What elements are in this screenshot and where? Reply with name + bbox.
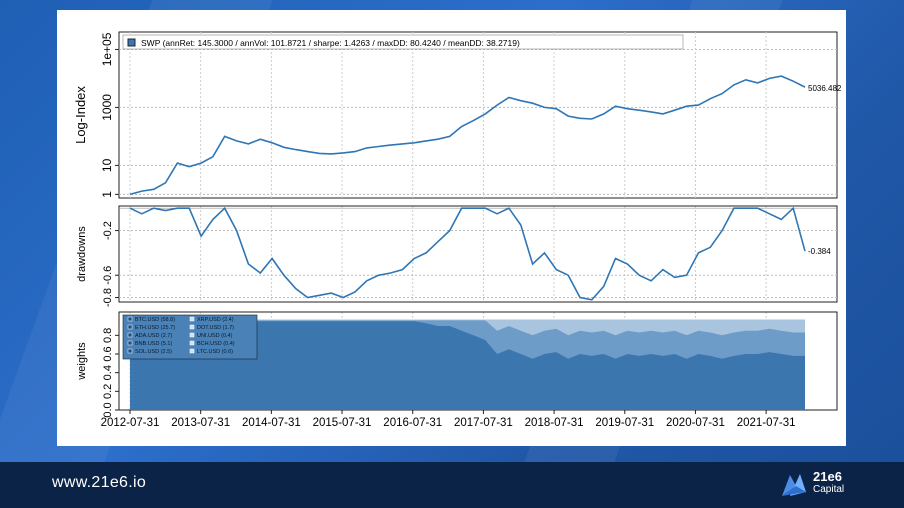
weights-legend-swatch: [127, 340, 133, 346]
index-y-tick-label: 1: [100, 191, 114, 198]
weights-legend-label: ADA.USD (2.7): [135, 333, 172, 339]
weights-y-tick-label: 0.0: [102, 402, 114, 417]
index-legend-swatch: [127, 38, 136, 47]
weights-y-tick-label: 0.4: [102, 365, 114, 380]
weights-legend-swatch: [189, 332, 195, 338]
x-axis-tick-label: 2015-07-31: [313, 417, 372, 429]
chart-card: 1 10 1000 1e+05 Log-Index 5036.482 SWP (annRet…: [57, 10, 846, 446]
drawdowns-panel: -0.8 -0.6 -0.2 drawdowns -0.384: [76, 205, 838, 307]
weights-legend-label: XRP.USD (2.4): [197, 317, 234, 323]
x-axis-tick-label: 2013-07-31: [171, 417, 230, 429]
weights-legend-swatch: [189, 324, 195, 330]
x-axis-tick-label: 2021-07-31: [737, 417, 796, 429]
weights-y-axis-label: weights: [76, 342, 88, 381]
brand-subtitle: Capital: [813, 484, 845, 495]
drawdowns-y-tick-label: -0.6: [102, 266, 114, 285]
index-y-tick-label: 1000: [100, 94, 114, 121]
drawdowns-series-line: [129, 206, 806, 301]
performance-chart: 1 10 1000 1e+05 Log-Index 5036.482 SWP (annRet…: [73, 31, 842, 429]
brand-logo: 21e6 Capital: [780, 468, 850, 502]
weights-legend-label: DOT.USD (1.7): [197, 325, 234, 331]
weights-panel: 0.0 0.2 0.4 0.6 0.8 weights BTC.USD (58.8) ETH.…: [76, 311, 838, 418]
weights-y-tick-label: 0.8: [102, 328, 114, 343]
weights-legend-label: SOL.USD (2.5): [135, 349, 172, 355]
x-axis-tick-label: 2014-07-31: [242, 417, 301, 429]
weights-legend-swatch: [189, 348, 195, 354]
weights-legend-swatch: [127, 316, 133, 322]
weights-legend-label: ETH.USD (25.7): [135, 325, 175, 331]
weights-legend-swatch: [189, 316, 195, 322]
brand-logo-icon: [782, 474, 806, 496]
index-panel-frame: [118, 31, 838, 199]
website-url[interactable]: www.21e6.io: [52, 474, 146, 492]
weights-legend-swatch: [127, 332, 133, 338]
drawdowns-y-tick-label: -0.2: [102, 221, 114, 240]
weights-y-tick-label: 0.6: [102, 346, 114, 361]
drawdowns-y-axis-label: drawdowns: [76, 226, 88, 282]
weights-legend-label: BCH.USD (0.4): [197, 341, 235, 347]
weights-legend-swatch: [127, 324, 133, 330]
drawdowns-y-tick-label: -0.8: [102, 288, 114, 307]
index-end-label: 5036.482: [808, 84, 842, 93]
index-y-axis-label: Log-Index: [73, 86, 88, 144]
weights-legend-label: BNB.USD (5.1): [135, 341, 172, 347]
x-axis-tick-label: 2016-07-31: [383, 417, 442, 429]
x-axis: 2012-07-31 2013-07-31 2014-07-31 2015-07-31…: [101, 410, 796, 429]
index-y-tick-label: 1e+05: [100, 32, 114, 66]
index-legend-label: SWP (annRet: 145.3000 / annVol: 101.8721…: [141, 38, 520, 48]
weights-legend-swatch: [189, 340, 195, 346]
drawdowns-panel-frame: [118, 205, 838, 303]
x-axis-tick-label: 2019-07-31: [595, 417, 654, 429]
brand-name: 21e6: [813, 469, 842, 484]
weights-y-tick-label: 0.2: [102, 384, 114, 399]
weights-legend-swatch: [127, 348, 133, 354]
x-axis-tick-label: 2018-07-31: [525, 417, 584, 429]
weights-legend-label: LTC.USD (0.6): [197, 349, 233, 355]
weights-legend-label: UNI.USD (0.4): [197, 333, 233, 339]
drawdowns-end-label: -0.384: [808, 247, 831, 256]
weights-legend-label: BTC.USD (58.8): [135, 317, 175, 323]
x-axis-tick-label: 2017-07-31: [454, 417, 513, 429]
x-axis-tick-label: 2020-07-31: [666, 417, 725, 429]
x-axis-tick-label: 2012-07-31: [101, 417, 160, 429]
index-y-tick-label: 10: [100, 158, 114, 172]
